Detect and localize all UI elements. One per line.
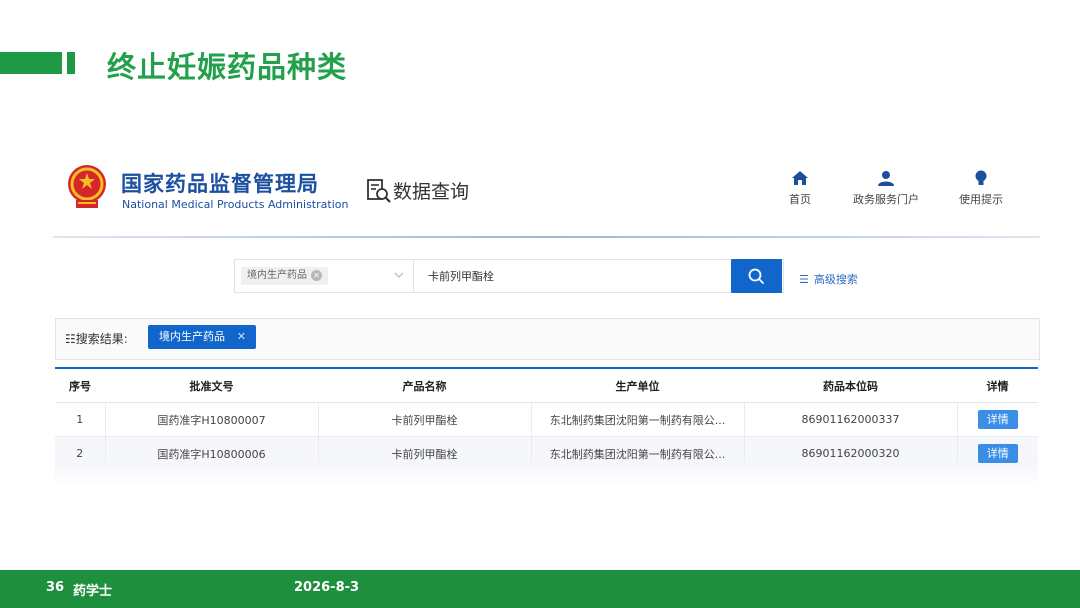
slide-title: 终止妊娠药品种类 bbox=[107, 50, 348, 84]
nav-usage-tips-label: 使用提示 bbox=[959, 193, 1003, 206]
table-row: 1 国药准字H10800007 卡前列甲酯栓 东北制药集团沈阳第一制药有限公..… bbox=[55, 402, 1038, 437]
grid-icon: ☷ bbox=[65, 332, 76, 346]
tag-remove-icon[interactable]: ✕ bbox=[311, 269, 322, 281]
col-approval: 批准文号 bbox=[105, 367, 318, 403]
detail-button[interactable]: 详情 bbox=[977, 444, 1018, 463]
result-filter-bar: ☷搜索结果: 境内生产药品 ✕ bbox=[55, 318, 1040, 360]
result-filter-chip[interactable]: 境内生产药品 ✕ bbox=[148, 325, 256, 349]
nav-home[interactable]: 首页 bbox=[789, 170, 811, 207]
home-icon bbox=[792, 171, 808, 185]
nav-usage-tips[interactable]: 使用提示 bbox=[959, 170, 1003, 207]
advanced-search-link[interactable]: ☰ 高级搜索 bbox=[799, 271, 858, 287]
national-emblem-icon bbox=[68, 165, 106, 208]
cell-approval: 国药准字H10800007 bbox=[105, 402, 319, 437]
cell-code: 86901162000337 bbox=[744, 402, 958, 437]
title-accent-mark bbox=[67, 52, 75, 74]
org-name-cn: 国家药品监督管理局 bbox=[121, 172, 319, 196]
filter-icon: ☰ bbox=[799, 273, 809, 286]
advanced-search-label: 高级搜索 bbox=[813, 273, 858, 286]
cell-maker: 东北制药集团沈阳第一制药有限公... bbox=[531, 402, 745, 437]
section-title: 数据查询 bbox=[393, 181, 470, 203]
col-index: 序号 bbox=[55, 367, 105, 403]
category-tag[interactable]: 境内生产药品 ✕ bbox=[241, 267, 328, 285]
footer-brand: 药学士 bbox=[73, 584, 113, 599]
nav-home-label: 首页 bbox=[789, 193, 811, 206]
detail-button[interactable]: 详情 bbox=[977, 410, 1018, 429]
search-button[interactable] bbox=[731, 259, 782, 293]
result-label-text: 搜索结果: bbox=[75, 332, 128, 346]
org-name-en: National Medical Products Administration bbox=[122, 198, 349, 211]
result-label: ☷搜索结果: bbox=[65, 330, 128, 347]
page-number: 36 bbox=[46, 580, 65, 595]
cell-detail: 详情 bbox=[957, 402, 1038, 437]
result-chip-label: 境内生产药品 bbox=[159, 330, 225, 343]
chevron-down-icon bbox=[394, 272, 404, 278]
results-table: 序号 批准文号 产品名称 生产单位 药品本位码 详情 1 国药准字H108000… bbox=[55, 367, 1038, 471]
title-accent-bar bbox=[0, 52, 62, 74]
category-tag-label: 境内生产药品 bbox=[247, 270, 307, 281]
col-product: 产品名称 bbox=[318, 367, 531, 403]
faded-row bbox=[55, 463, 1038, 487]
search-box: 境内生产药品 ✕ 卡前列甲酯栓 bbox=[234, 259, 784, 293]
col-detail: 详情 bbox=[957, 367, 1038, 403]
category-select[interactable]: 境内生产药品 ✕ bbox=[235, 260, 414, 292]
table-header-row: 序号 批准文号 产品名称 生产单位 药品本位码 详情 bbox=[55, 367, 1038, 403]
nav-service-portal-label: 政务服务门户 bbox=[853, 193, 919, 206]
chip-close-icon[interactable]: ✕ bbox=[237, 325, 246, 349]
user-icon bbox=[878, 171, 894, 186]
slide-footer: 36 药学士 2026-8-3 bbox=[0, 570, 1080, 608]
search-icon bbox=[748, 268, 765, 285]
nmpa-screenshot: 国家药品监督管理局 National Medical Products Admi… bbox=[53, 150, 1040, 490]
footer-date: 2026-8-3 bbox=[294, 580, 360, 595]
nav-service-portal[interactable]: 政务服务门户 bbox=[853, 170, 919, 207]
document-search-icon bbox=[367, 179, 391, 203]
col-code: 药品本位码 bbox=[744, 367, 957, 403]
col-maker: 生产单位 bbox=[531, 367, 744, 403]
search-input[interactable]: 卡前列甲酯栓 bbox=[428, 268, 494, 284]
cell-index: 1 bbox=[55, 402, 106, 437]
site-header: 国家药品监督管理局 National Medical Products Admi… bbox=[53, 150, 1040, 235]
lightbulb-icon bbox=[975, 170, 987, 185]
cell-product: 卡前列甲酯栓 bbox=[318, 402, 532, 437]
header-divider bbox=[53, 236, 1040, 238]
